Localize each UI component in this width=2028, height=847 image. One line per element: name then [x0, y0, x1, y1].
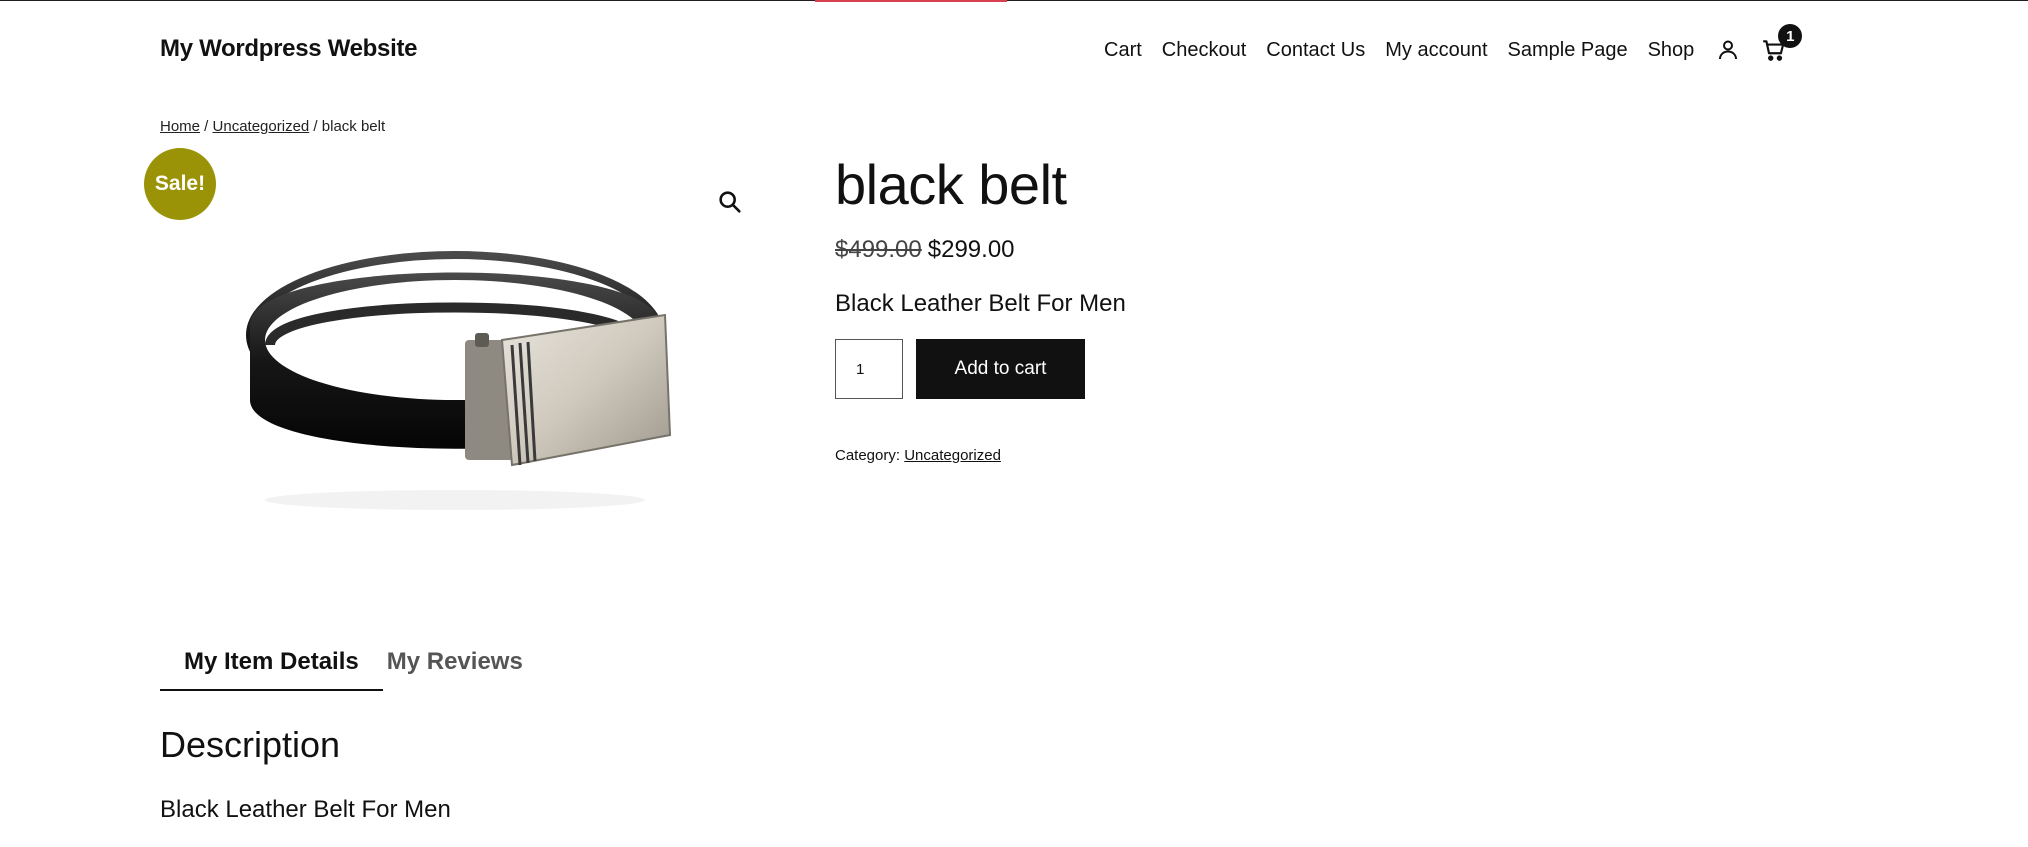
nav-item-contact-us[interactable]: Contact Us	[1266, 39, 1365, 62]
tab-item-details[interactable]: My Item Details	[160, 645, 383, 691]
sale-badge: Sale!	[144, 148, 216, 220]
magnifier-icon[interactable]	[716, 188, 744, 216]
description-heading: Description	[160, 724, 341, 765]
image-shadow	[265, 490, 645, 510]
nav-item-shop[interactable]: Shop	[1648, 39, 1695, 62]
nav-item-cart[interactable]: Cart	[1104, 39, 1142, 62]
breadcrumb-current: black belt	[321, 118, 386, 135]
account-icon[interactable]	[1714, 36, 1742, 64]
cart-count-badge: 1	[1778, 24, 1803, 48]
cart-icon[interactable]: 1	[1760, 24, 1803, 64]
top-border	[0, 0, 2028, 1]
nav-item-checkout[interactable]: Checkout	[1162, 39, 1247, 62]
price: $499.00 $299.00	[835, 236, 1015, 264]
breadcrumb-separator: /	[309, 118, 322, 135]
buckle-pin	[475, 333, 489, 347]
breadcrumb-home[interactable]: Home	[160, 118, 200, 135]
breadcrumb-category[interactable]: Uncategorized	[213, 118, 310, 135]
product-tabs: My Item Details My Reviews	[160, 645, 547, 691]
product-category: Category: Uncategorized	[835, 447, 1001, 464]
product-image[interactable]	[230, 215, 690, 515]
top-accent-line	[815, 0, 1007, 2]
quantity-input[interactable]	[835, 339, 903, 399]
breadcrumb-separator: /	[200, 118, 213, 135]
sale-price: $299.00	[927, 236, 1015, 263]
main-nav: Cart Checkout Contact Us My account Samp…	[1104, 24, 1803, 64]
nav-item-sample-page[interactable]: Sample Page	[1508, 39, 1628, 62]
old-price: $499.00	[835, 236, 922, 263]
breadcrumb: Home / Uncategorized / black belt	[160, 118, 385, 135]
tab-reviews[interactable]: My Reviews	[383, 645, 547, 689]
category-link[interactable]: Uncategorized	[904, 447, 1001, 464]
nav-item-my-account[interactable]: My account	[1385, 39, 1487, 62]
product-title: black belt	[835, 153, 1067, 216]
add-to-cart-button[interactable]: Add to cart	[916, 339, 1085, 399]
short-description: Black Leather Belt For Men	[835, 290, 1126, 317]
site-title[interactable]: My Wordpress Website	[160, 35, 417, 63]
category-label: Category:	[835, 447, 905, 464]
description-body: Black Leather Belt For Men	[160, 796, 451, 823]
